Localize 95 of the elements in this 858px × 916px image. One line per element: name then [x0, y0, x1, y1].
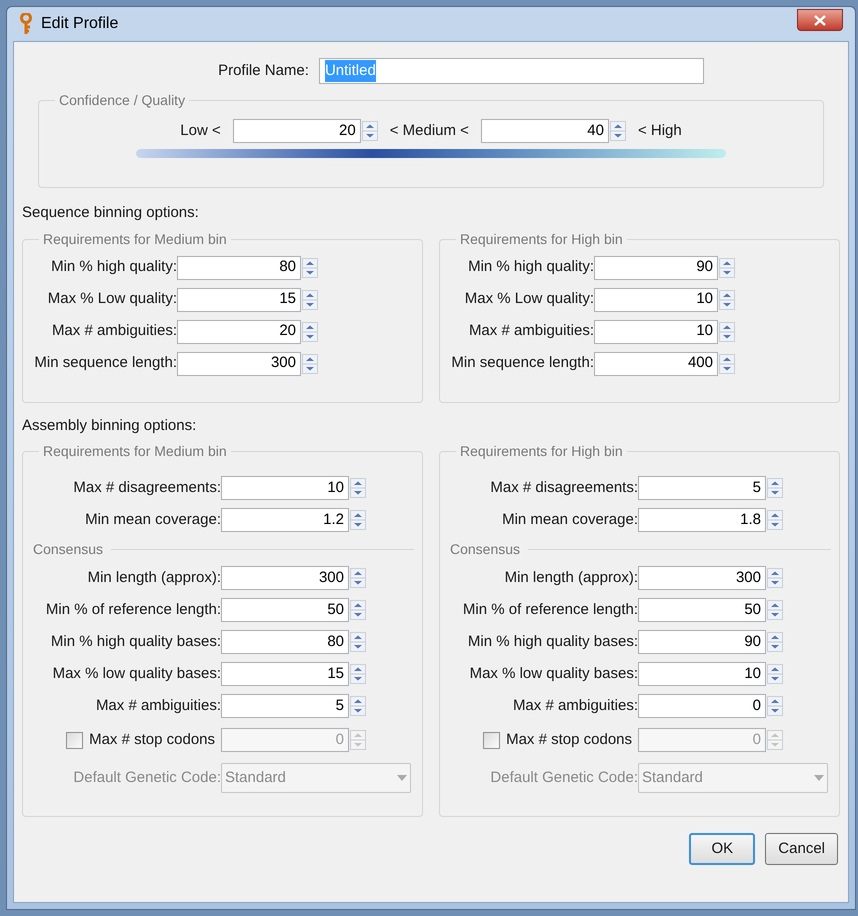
spinner-arrows-icon[interactable]: [767, 600, 783, 620]
field-label: Max # ambiguities:: [468, 321, 594, 342]
number-field[interactable]: 80: [177, 256, 301, 280]
field-label: Max % low quality bases:: [52, 664, 221, 684]
spinner-arrows-icon[interactable]: [302, 322, 318, 342]
field-label: Max % low quality bases:: [468, 664, 638, 684]
field-label: Min sequence length:: [33, 353, 177, 374]
cancel-button[interactable]: Cancel: [765, 833, 838, 865]
number-field[interactable]: 300: [638, 566, 766, 590]
ok-button[interactable]: OK: [689, 833, 756, 865]
number-field[interactable]: 80: [221, 630, 349, 654]
checkbox-label: Max # stop codons: [89, 730, 215, 750]
dropdown-arrow-icon: [814, 775, 824, 781]
number-field[interactable]: 0: [638, 694, 766, 718]
number-field[interactable]: 400: [594, 352, 718, 376]
field-label: Min % of reference length:: [462, 600, 638, 620]
number-field[interactable]: 300: [221, 566, 349, 590]
number-field[interactable]: 20: [177, 320, 301, 344]
high-label: < High: [638, 120, 682, 141]
field-label: Min length (approx):: [504, 568, 638, 588]
number-field[interactable]: 50: [638, 598, 766, 622]
number-field[interactable]: 1.8: [638, 508, 766, 532]
spinner-arrows-icon[interactable]: [767, 664, 783, 684]
field-label: Max % Low quality:: [464, 289, 594, 310]
number-field[interactable]: 15: [177, 288, 301, 312]
group-title: Confidence / Quality: [58, 91, 186, 110]
field-label: Min % high quality bases:: [466, 632, 638, 652]
number-field[interactable]: 10: [221, 476, 349, 500]
field-label: Min length (approx):: [86, 568, 221, 588]
field-label: Max # ambiguities:: [94, 696, 221, 716]
field-label: Min % high quality:: [50, 257, 177, 278]
number-field[interactable]: 40: [480, 119, 609, 143]
close-icon: [814, 14, 826, 26]
field-label: Min % of reference length:: [44, 600, 221, 620]
spinner-arrows-icon[interactable]: [302, 354, 318, 374]
section-heading: Assembly binning options:: [22, 416, 198, 436]
number-field[interactable]: 300: [177, 352, 301, 376]
spinner-arrows-icon[interactable]: [350, 600, 366, 620]
field-label: Min mean coverage:: [84, 510, 221, 530]
field-label: Max # ambiguities:: [50, 321, 177, 342]
spinner-arrows-icon[interactable]: [362, 121, 378, 141]
spinner-arrows-icon[interactable]: [767, 568, 783, 588]
number-field[interactable]: 10: [638, 662, 766, 686]
dropdown-arrow-icon: [397, 775, 407, 781]
spinner-arrows-icon[interactable]: [350, 664, 366, 684]
low-label: Low <: [180, 120, 221, 141]
group-title: Requirements for High bin: [459, 442, 624, 461]
number-field[interactable]: 20: [232, 119, 361, 143]
section-title: Consensus: [32, 540, 104, 558]
spinner-arrows-icon[interactable]: [767, 510, 783, 530]
section-heading: Sequence binning options:: [22, 203, 200, 223]
spinner-arrows-icon[interactable]: [350, 478, 366, 498]
number-field[interactable]: 90: [638, 630, 766, 654]
spinner-arrows-icon[interactable]: [350, 510, 366, 530]
field-label: Min sequence length:: [450, 353, 594, 374]
window-title: Edit Profile: [41, 14, 118, 34]
close-button[interactable]: [797, 9, 843, 31]
spinner-arrows-icon[interactable]: [610, 121, 626, 141]
checkbox-label: Max # stop codons: [506, 730, 632, 750]
spinner-arrows-icon[interactable]: [350, 632, 366, 652]
number-field[interactable]: 90: [594, 256, 718, 280]
number-field[interactable]: 10: [594, 320, 718, 344]
field-label: Default Genetic Code:: [489, 768, 638, 788]
field-label: Min % high quality:: [467, 257, 594, 278]
spinner-arrows-icon[interactable]: [350, 696, 366, 716]
app-logo-icon: [19, 13, 33, 35]
number-field[interactable]: 50: [221, 598, 349, 622]
spinner-arrows-icon[interactable]: [767, 478, 783, 498]
spinner-arrows-icon[interactable]: [719, 354, 735, 374]
number-field[interactable]: 15: [221, 662, 349, 686]
field-label: Max % Low quality:: [46, 289, 177, 310]
number-field[interactable]: 5: [638, 476, 766, 500]
group-title: Requirements for High bin: [459, 230, 624, 249]
section-title: Consensus: [449, 540, 520, 558]
field-label: Max # disagreements:: [72, 478, 221, 498]
spinner-arrows-icon[interactable]: [350, 568, 366, 588]
group-title: Requirements for Medium bin: [42, 442, 228, 461]
spinner-arrows-icon[interactable]: [719, 258, 735, 278]
field-label: Max # ambiguities:: [512, 696, 638, 716]
number-field[interactable]: 10: [594, 288, 718, 312]
spinner-arrows-icon[interactable]: [719, 290, 735, 310]
spinner-arrows-icon[interactable]: [767, 632, 783, 652]
medium-label: < Medium <: [390, 120, 469, 141]
field-label: Min % high quality bases:: [50, 632, 221, 652]
field-label: Profile Name:: [218, 60, 309, 81]
group-title: Requirements for Medium bin: [42, 230, 228, 249]
spinner-arrows-icon[interactable]: [719, 322, 735, 342]
spinner-arrows-icon[interactable]: [767, 696, 783, 716]
spinner-arrows-icon[interactable]: [302, 290, 318, 310]
number-field[interactable]: 1.2: [221, 508, 349, 532]
field-label: Default Genetic Code:: [72, 768, 221, 788]
field-label: Min mean coverage:: [501, 510, 638, 530]
number-field[interactable]: 5: [221, 694, 349, 718]
field-label: Max # disagreements:: [489, 478, 638, 498]
spinner-arrows-icon[interactable]: [302, 258, 318, 278]
